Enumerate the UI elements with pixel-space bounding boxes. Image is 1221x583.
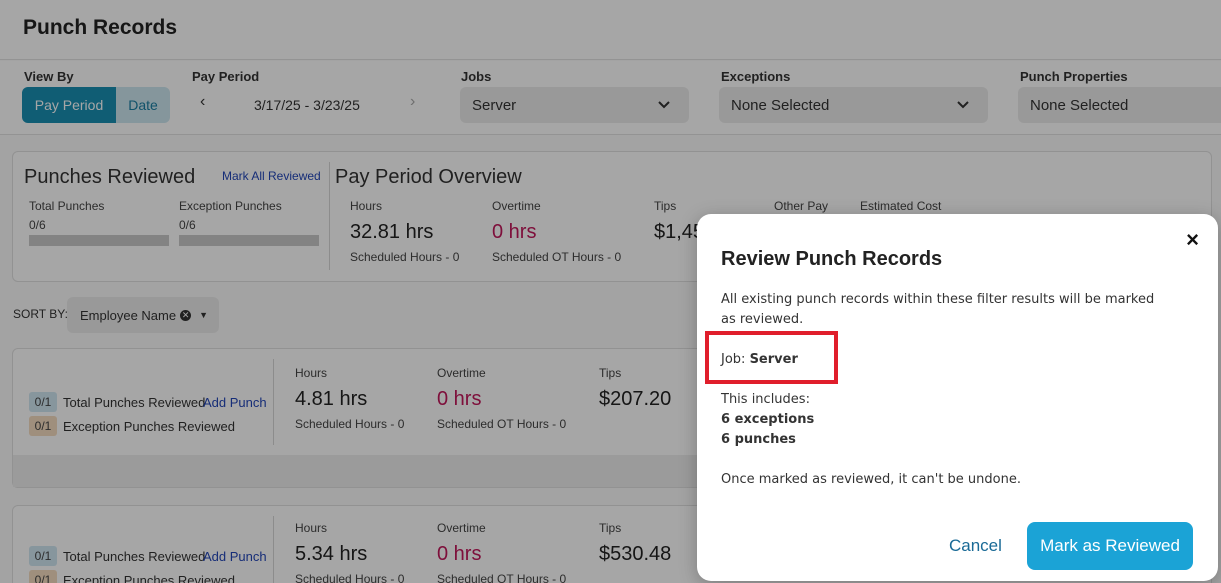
- cancel-button[interactable]: Cancel: [949, 536, 1002, 556]
- includes-label: This includes:: [721, 392, 810, 407]
- exceptions-count: 6 exceptions: [721, 412, 815, 427]
- dialog-title: Review Punch Records: [721, 248, 943, 270]
- irreversible-warning: Once marked as reviewed, it can't be und…: [721, 472, 1021, 487]
- close-icon[interactable]: ×: [1186, 227, 1199, 253]
- dialog-description: All existing punch records within these …: [721, 292, 1155, 327]
- review-punch-records-dialog: × Review Punch Records All existing punc…: [697, 214, 1218, 581]
- mark-as-reviewed-button[interactable]: Mark as Reviewed: [1027, 522, 1193, 570]
- punches-count: 6 punches: [721, 432, 796, 447]
- job-highlight-box: [705, 331, 838, 384]
